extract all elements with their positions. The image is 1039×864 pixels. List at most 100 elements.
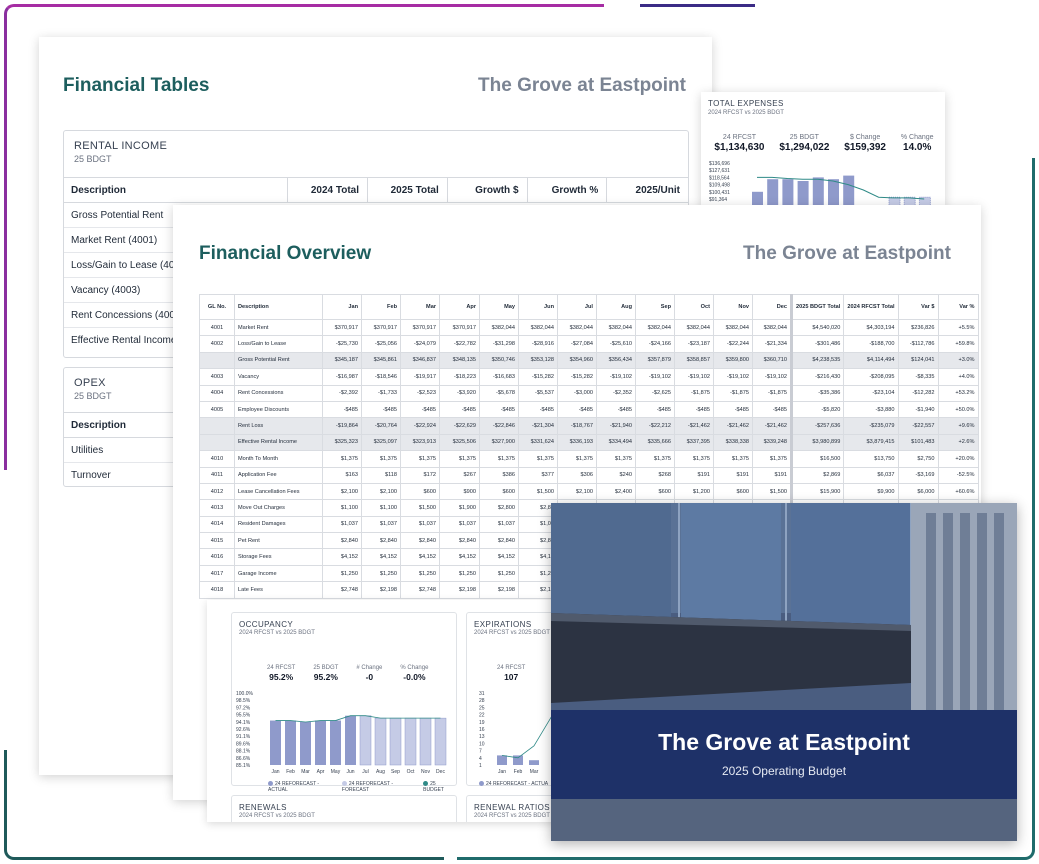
table-row: 4004 Rent Concessions -$2,392 -$1,733 -$2,52…: [199, 384, 979, 402]
charts-page: OCCUPANCY 2024 RFCST vs 2025 BDGT 24 RFC…: [207, 600, 567, 822]
bar-forecast: [374, 717, 387, 766]
table-cell: $1,037: [439, 515, 480, 534]
stats-row: 24 RFCST $1,134,630 25 BDGT $1,294,022 $…: [707, 134, 941, 153]
bar: [828, 179, 839, 208]
stat-label: $ Change: [849, 134, 881, 141]
occupancy-chart: 100.0%98.5%97.2% 95.5%94.1%92.6%91.1%89.6…: [236, 691, 447, 775]
stat-label: 24 RFCST: [267, 665, 296, 671]
table-cell: $124,041: [897, 351, 939, 370]
stat: 24 RFCST 95.2%: [267, 665, 295, 682]
table-cell: -$35,386: [789, 384, 845, 402]
table-cell: -$15,282: [557, 368, 597, 386]
table-cell: $4,152: [400, 548, 440, 566]
x-tick-label: Jun: [346, 769, 354, 775]
table-cell: $382,044: [518, 318, 558, 337]
table-cell: $13,750: [843, 450, 899, 468]
table-cell: $2,840: [439, 532, 480, 550]
table-cell: [199, 417, 235, 435]
legend-label: 24 REFORECAST - ACTUAL: [268, 781, 320, 793]
table-cell: $1,250: [322, 564, 362, 583]
stat-value: $1,134,630: [714, 142, 765, 153]
table-cell: $334,494: [596, 433, 636, 452]
y-tick-label: 22: [479, 713, 485, 719]
table-cell: $1,375: [557, 450, 597, 468]
table-cell: -$22,557: [897, 417, 939, 435]
table-cell: $172: [400, 466, 440, 484]
table-cell: $325,323: [322, 433, 362, 452]
table-cell: -$24,079: [400, 335, 440, 353]
table-cell: -$1,733: [361, 384, 401, 402]
y-tick-label: $91,364: [709, 197, 727, 203]
stat: 24 RFCST $1,134,630: [714, 134, 764, 153]
page-brand: The Grove at Eastpoint: [743, 243, 951, 264]
table-cell: $377: [518, 466, 558, 484]
table-cell: -$2,392: [322, 384, 362, 402]
table-cell: -$3,000: [557, 384, 597, 402]
table-cell: $356,434: [596, 351, 636, 370]
card-title: RENEWAL RATIOS: [474, 803, 550, 812]
table-cell: +53.2%: [937, 384, 979, 402]
table-cell: -$3,880: [843, 400, 899, 419]
table-cell: $370,917: [361, 318, 401, 337]
y-tick-label: 97.2%: [236, 705, 251, 711]
table-cell: -$485: [322, 400, 362, 419]
table-cell: $1,500: [400, 499, 440, 517]
table-cell: $2,800: [479, 499, 519, 517]
table-cell: $101,483: [897, 433, 939, 452]
table-cell: $163: [322, 466, 362, 484]
card-subtitle: 2024 RFCST vs 2025 BDGT: [239, 813, 315, 819]
table-cell: $1,250: [479, 564, 519, 583]
y-tick-label: 19: [479, 720, 485, 726]
table-cell: $236,826: [897, 318, 939, 337]
chart-legend: 24 REFORECAST - ACTUA: [479, 781, 548, 787]
table-cell: 4016: [199, 548, 235, 566]
total-expenses-card: TOTAL EXPENSES 2024 RFCST vs 2025 BDGT 2…: [701, 92, 945, 208]
x-tick-label: Apr: [317, 769, 325, 775]
table-cell: $345,187: [322, 351, 362, 370]
table-cell: -$301,486: [789, 335, 845, 353]
bar: [812, 177, 824, 208]
table-cell: -$257,636: [789, 417, 845, 435]
bar-forecast: [389, 717, 402, 766]
legend-item: 24 REFORECAST - ACTUA: [479, 781, 548, 787]
table-cell: 4004: [199, 384, 235, 402]
table-cell: $118: [361, 466, 401, 484]
table-cell: 4002: [199, 335, 235, 353]
table-cell: Market Rent: [234, 318, 323, 337]
y-tick-label: 85.1%: [236, 763, 251, 769]
x-tick-label: Aug: [376, 769, 385, 775]
stat-value: $1,294,022: [779, 142, 830, 153]
table-cell: $360,710: [752, 351, 792, 370]
y-tick-label: $136,696: [709, 161, 730, 167]
table-cell: $16,500: [789, 450, 845, 468]
table-cell: $268: [635, 466, 675, 484]
y-tick-label: 95.5%: [236, 713, 251, 719]
table-cell: $323,913: [400, 433, 440, 452]
table-cell: -$1,875: [752, 384, 792, 402]
table-cell: -$485: [557, 400, 597, 419]
stat-label: 24 RFCST: [722, 134, 756, 141]
table-cell: -$485: [439, 400, 480, 419]
stat-value: 95.2%: [313, 672, 338, 682]
table-cell: $4,238,535: [789, 351, 845, 370]
table-cell: -$19,102: [752, 368, 792, 386]
table-cell: $306: [557, 466, 597, 484]
column-header: Sep: [635, 294, 675, 320]
column-header: 2024 Total: [287, 178, 367, 202]
bar: [529, 760, 539, 765]
table-cell: $338,338: [713, 433, 753, 452]
table-cell: -$21,940: [596, 417, 636, 435]
table-cell: -$2,625: [635, 384, 675, 402]
table-cell: $386: [479, 466, 519, 484]
table-row: 4001 Market Rent $370,917 $370,917 $370,917 $…: [199, 318, 979, 337]
table-cell: Garage Income: [234, 564, 323, 583]
stat-label: 25 BDGT: [789, 134, 819, 141]
table-cell: -$23,104: [843, 384, 899, 402]
table-cell: -$16,987: [322, 368, 362, 386]
table-cell: -$22,212: [635, 417, 675, 435]
x-tick-label: Jan: [271, 769, 279, 775]
table-cell: $4,303,194: [843, 318, 899, 337]
table-cell: $2,750: [897, 450, 939, 468]
table-cell: $1,500: [752, 482, 792, 501]
table-cell: -$22,924: [400, 417, 440, 435]
